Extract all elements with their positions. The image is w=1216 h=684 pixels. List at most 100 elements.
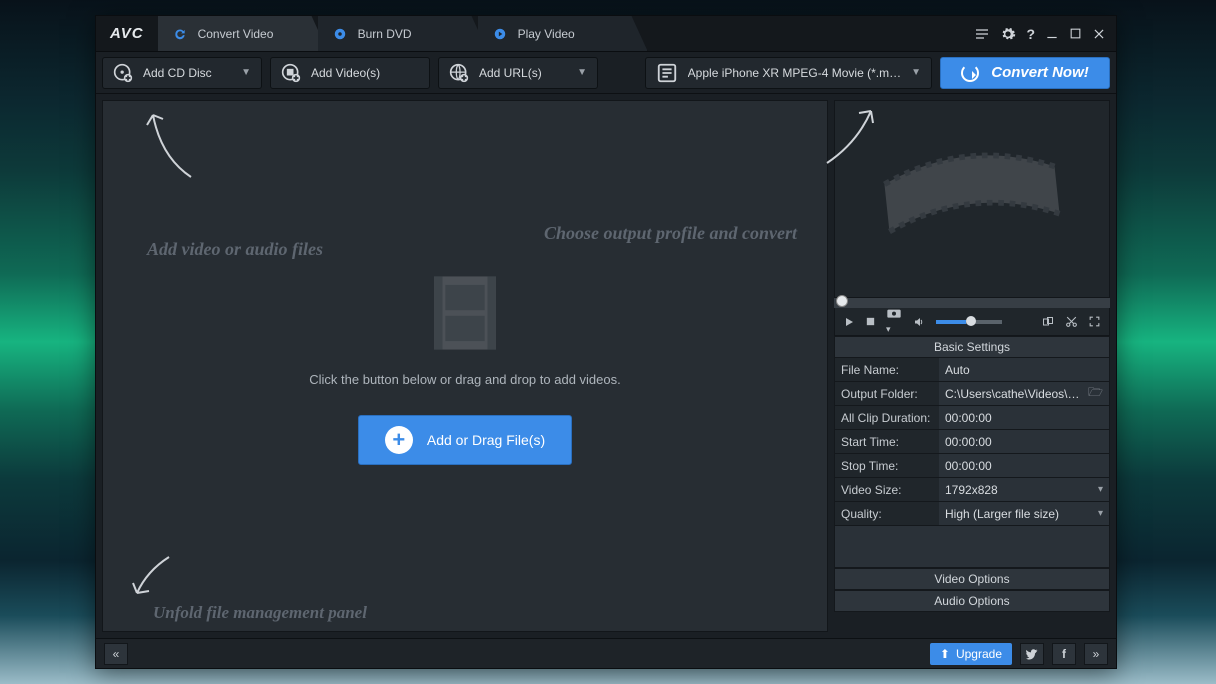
hint-unfold-panel: Unfold file management panel [153,603,367,623]
setting-stop-time: Stop Time: 00:00:00 [835,454,1109,478]
twitter-button[interactable] [1020,643,1044,665]
button-label: Add CD Disc [143,66,212,80]
setting-start-time: Start Time: 00:00:00 [835,430,1109,454]
help-icon[interactable]: ? [1026,26,1035,42]
add-videos-button[interactable]: Add Video(s) [270,57,430,89]
basic-settings-header: Basic Settings [834,336,1110,358]
mode-tabs: Convert Video Burn DVD Play Video [158,16,638,51]
tab-label: Convert Video [198,27,274,41]
setting-value[interactable]: High (Larger file size) [939,502,1109,525]
preview-pane [834,100,1110,298]
profile-label: Apple iPhone XR MPEG-4 Movie (*.m… [688,66,901,80]
arrow-icon [141,107,201,187]
close-icon[interactable] [1092,27,1106,41]
drop-area[interactable]: Add video or audio files Choose output p… [102,100,828,632]
setting-value[interactable]: Auto [939,358,1109,381]
footer: « ⬆ Upgrade f » [96,638,1116,668]
setting-all-clip-duration: All Clip Duration: 00:00:00 [835,406,1109,430]
folder-icon[interactable]: 🗁 [1088,383,1103,404]
tab-label: Burn DVD [358,27,412,41]
titlebar: AVC Convert Video Burn DVD Play Video [96,16,1116,52]
setting-key: Start Time: [835,435,939,449]
button-label: Add URL(s) [479,66,542,80]
setting-key: Output Folder: [835,387,939,401]
player-controls: ▾ [834,308,1110,336]
tab-label: Play Video [518,27,575,41]
refresh-icon [172,26,188,42]
tab-convert-video[interactable]: Convert Video [158,16,328,51]
film-plus-icon [281,63,301,83]
setting-key: Video Size: [835,483,939,497]
play-icon [492,26,508,42]
drop-message: Click the button below or drag and drop … [309,372,620,387]
arrow-icon [129,551,179,601]
basic-settings: File Name: Auto Output Folder: C:\Users\… [834,358,1110,568]
setting-output-folder: Output Folder: C:\Users\cathe\Videos\… 🗁 [835,382,1109,406]
facebook-button[interactable]: f [1052,643,1076,665]
seek-knob[interactable] [836,295,848,307]
seek-bar[interactable] [834,298,1110,308]
disc-plus-icon [113,63,133,83]
hint-choose-profile: Choose output profile and convert [544,223,797,244]
volume-knob[interactable] [966,316,976,326]
setting-value: 00:00:00 [939,406,1109,429]
setting-key: Stop Time: [835,459,939,473]
chevron-down-icon: ▼ [911,67,921,78]
disc-icon [332,26,348,42]
gear-icon[interactable] [1000,26,1016,42]
toolbar: Add CD Disc ▼ Add Video(s) Add URL(s) ▼ … [96,52,1116,94]
button-label: Convert Now! [991,64,1089,81]
setting-key: Quality: [835,507,939,521]
hint-add-files: Add video or audio files [147,239,323,260]
upgrade-button[interactable]: ⬆ Upgrade [930,643,1012,665]
stop-icon[interactable] [865,316,876,327]
add-urls-button[interactable]: Add URL(s) ▼ [438,57,598,89]
maximize-icon[interactable] [1069,27,1082,40]
setting-video-size: Video Size: 1792x828 [835,478,1109,502]
globe-plus-icon [449,63,469,83]
setting-key: All Clip Duration: [835,411,939,425]
window-controls: ? [974,26,1116,42]
video-options-header[interactable]: Video Options [834,568,1110,590]
collapse-panel-button[interactable]: « [104,643,128,665]
body: Add video or audio files Choose output p… [96,94,1116,638]
convert-icon [961,64,979,82]
filmstrip-icon [872,134,1072,263]
setting-value[interactable]: 00:00:00 [939,430,1109,453]
cut-icon[interactable] [1065,315,1078,328]
button-label: Add or Drag File(s) [427,432,545,448]
expand-panel-button[interactable]: » [1084,643,1108,665]
setting-quality: Quality: High (Larger file size) [835,502,1109,526]
setting-value[interactable]: 1792x828 [939,478,1109,501]
chevron-down-icon: ▼ [241,67,251,78]
path-text: C:\Users\cathe\Videos\… [945,387,1080,401]
app-logo: AVC [96,25,158,42]
film-icon [420,268,510,358]
output-profile-dropdown[interactable]: Apple iPhone XR MPEG-4 Movie (*.m… ▼ [645,57,932,89]
profile-icon [656,62,678,84]
button-label: Upgrade [956,647,1002,661]
volume-icon[interactable] [912,316,926,328]
menu-icon[interactable] [974,26,990,42]
minimize-icon[interactable] [1045,27,1059,41]
play-icon[interactable] [843,316,855,328]
snapshot-icon[interactable]: ▾ [886,307,902,337]
detach-icon[interactable] [1041,316,1055,328]
settings-spacer [835,526,1109,568]
setting-file-name: File Name: Auto [835,358,1109,382]
add-files-button[interactable]: + Add or Drag File(s) [358,415,572,465]
tab-play-video[interactable]: Play Video [478,16,648,51]
add-cd-disc-button[interactable]: Add CD Disc ▼ [102,57,262,89]
plus-icon: + [385,426,413,454]
setting-value[interactable]: 00:00:00 [939,454,1109,477]
chevron-down-icon: ▼ [577,67,587,78]
side-panel: ▾ Basic Settings File Name: Auto Output … [834,100,1110,632]
fullscreen-icon[interactable] [1088,315,1101,328]
convert-now-button[interactable]: Convert Now! [940,57,1110,89]
tab-burn-dvd[interactable]: Burn DVD [318,16,488,51]
volume-slider[interactable] [936,320,1002,324]
audio-options-header[interactable]: Audio Options [834,590,1110,612]
setting-value[interactable]: C:\Users\cathe\Videos\… 🗁 [939,382,1109,405]
app-window: AVC Convert Video Burn DVD Play Video [95,15,1117,669]
up-arrow-icon: ⬆ [940,647,950,661]
